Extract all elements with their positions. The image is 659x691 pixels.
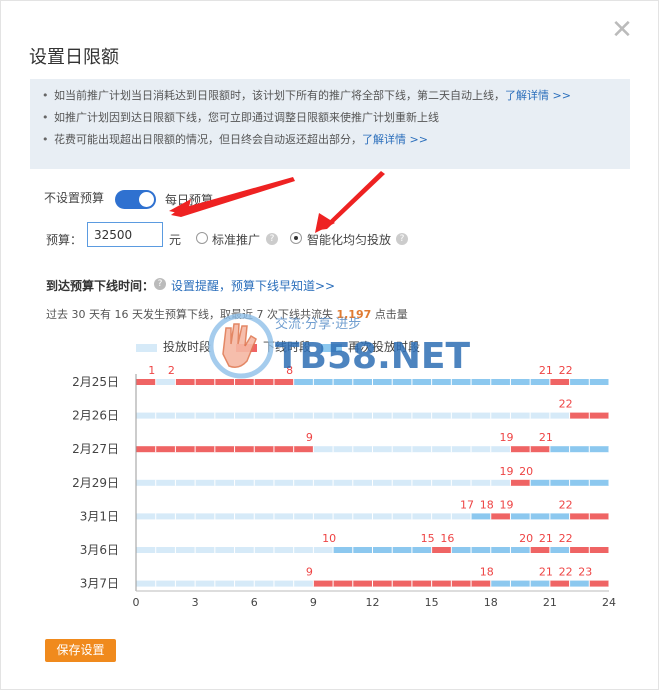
row-date-label: 3月1日 [80, 509, 119, 523]
offline-hour-label: 22 [559, 364, 573, 377]
row-date-label: 2月25日 [72, 375, 119, 389]
x-tick-label: 3 [192, 596, 199, 609]
timeline-segment-on [155, 379, 176, 385]
timeline-segment-resume [549, 547, 570, 553]
timeline-segment-off [510, 479, 531, 486]
row-date-label: 3月6日 [80, 543, 119, 557]
x-tick-label: 6 [251, 596, 258, 609]
offline-hour-label: 22 [559, 566, 573, 579]
timeline-segment-off [136, 446, 314, 453]
offline-hour-label: 20 [519, 532, 533, 545]
offline-hour-label: 15 [421, 532, 435, 545]
offline-hour-label: 22 [559, 498, 573, 511]
timeline-segment-off [530, 547, 550, 553]
x-tick-label: 15 [425, 596, 439, 609]
offline-hour-label: 21 [539, 431, 553, 444]
offline-hour-label: 21 [539, 532, 553, 545]
offline-hour-label: 21 [539, 566, 553, 579]
offline-hour-label: 9 [306, 566, 313, 579]
offline-hour-label: 19 [499, 465, 513, 478]
offline-hour-label: 2 [168, 364, 175, 377]
row-date-label: 2月29日 [72, 476, 119, 490]
timeline-segment-resume [471, 513, 491, 520]
offline-hour-label: 9 [306, 431, 313, 444]
timeline-segment-resume [549, 446, 609, 453]
offline-hour-label: 17 [460, 498, 474, 511]
x-tick-label: 9 [310, 596, 317, 609]
offline-hour-label: 19 [499, 431, 513, 444]
daily-limit-dialog: ✕ 设置日限额 如当前推广计划当日消耗达到日限额时，该计划下所有的推广将全部下线… [0, 0, 659, 690]
row-date-label: 2月26日 [72, 409, 119, 423]
offline-hour-label: 21 [539, 364, 553, 377]
offline-hour-label: 22 [559, 398, 573, 411]
offline-hour-label: 10 [322, 532, 336, 545]
offline-timeline-chart: 2月25日1 2 8 21 222月26日222月27日9 19 212月29日19 203月… [72, 364, 616, 609]
timeline-segment-resume [293, 379, 550, 385]
offline-hour-label: 22 [559, 532, 573, 545]
offline-hour-label: 23 [578, 566, 592, 579]
x-tick-label: 21 [543, 596, 557, 609]
timeline-segment-resume [569, 580, 590, 587]
offline-hour-label: 18 [480, 498, 494, 511]
offline-hour-label: 18 [480, 566, 494, 579]
timeline-segment-off [490, 513, 511, 520]
offline-hour-label: 16 [440, 532, 454, 545]
timeline-segment-off [136, 379, 156, 385]
timeline-segment-off [549, 379, 570, 385]
timeline-segment-off [313, 580, 491, 587]
x-tick-label: 0 [133, 596, 140, 609]
timeline-segment-off [549, 580, 570, 587]
timeline-segment-on [136, 513, 472, 520]
x-tick-label: 24 [602, 596, 616, 609]
timeline-segment-on [136, 580, 314, 587]
x-tick-label: 12 [366, 596, 380, 609]
offline-hour-label: 8 [286, 364, 293, 377]
timeline-segment-resume [510, 513, 570, 520]
offline-hour-label: 19 [499, 498, 513, 511]
row-date-label: 2月27日 [72, 442, 119, 456]
timeline-segment-on [136, 479, 511, 486]
save-button[interactable]: 保存设置 [45, 639, 116, 662]
timeline-segment-resume [490, 580, 550, 587]
row-date-label: 3月7日 [80, 577, 119, 591]
timeline-segment-off [589, 580, 609, 587]
offline-hour-label: 20 [519, 465, 533, 478]
timeline-segment-off [431, 547, 452, 553]
timeline-segment-resume [333, 547, 432, 553]
x-tick-label: 18 [484, 596, 498, 609]
offline-hour-label: 1 [148, 364, 155, 377]
